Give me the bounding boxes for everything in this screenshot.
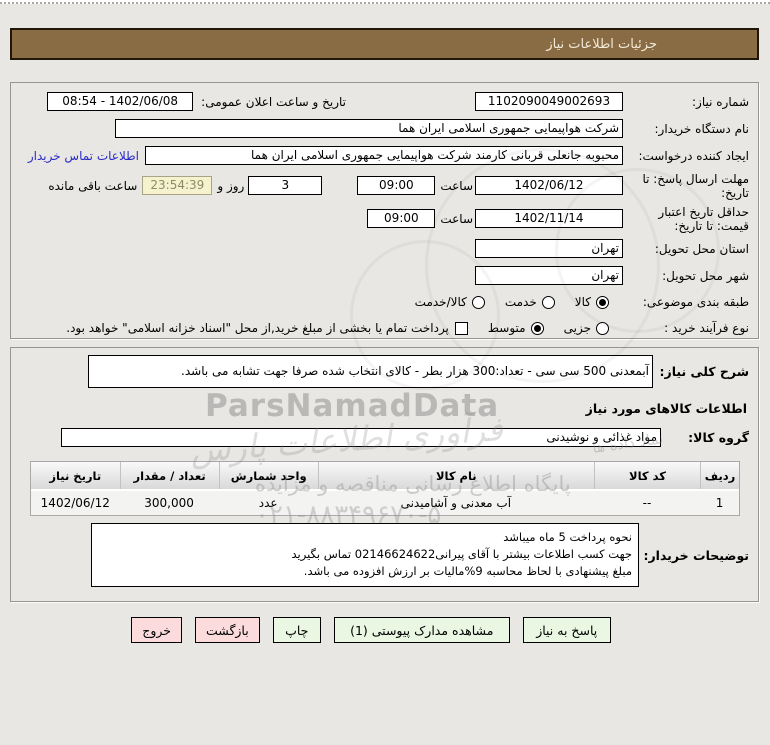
price-validity-hour-label: ساعت — [440, 211, 473, 226]
response-deadline-label: مهلت ارسال پاسخ: تا تاریخ: — [642, 171, 749, 200]
row-classification: طبقه بندی موضوعی: کالا خدمت کالا/خدمت — [19, 289, 749, 315]
row-price-validity: حداقل تاریخ اعتبار قیمت: تا تاریخ: 1402/… — [19, 202, 749, 235]
goods-info-heading: اطلاعات کالاهای مورد نیاز — [585, 401, 747, 416]
radio-button[interactable] — [596, 295, 609, 309]
treasury-checkbox-option[interactable]: پرداخت تمام یا بخشی از مبلغ خرید,از محل … — [66, 321, 468, 335]
buyer-org-label: نام دستگاه خریدار: — [654, 121, 750, 136]
radio-option-label: کالا/خدمت — [414, 295, 467, 309]
process-type-label: نوع فرآیند خرید : — [664, 321, 749, 335]
table-header-row: ردیف کد کالا نام کالا واحد شمارش تعداد / مقد… — [31, 462, 739, 489]
row-response-deadline: مهلت ارسال پاسخ: تا تاریخ: 1402/06/12 سا… — [19, 169, 749, 202]
top-divider — [0, 0, 770, 4]
row-request-creator: ایجاد کننده درخواست: محبوبه جانعلی قربان… — [19, 142, 749, 169]
province-input[interactable]: تهران — [475, 239, 623, 258]
row-general-desc: شرح کلی نیاز: آبمعدنی 500 سی سی - تعداد:… — [19, 355, 749, 388]
price-validity-label: حداقل تاریخ اعتبار قیمت: تا تاریخ: — [658, 204, 749, 233]
response-days-input[interactable]: 3 — [248, 176, 323, 195]
table-cell: آب معدنی و آشامیدنی — [317, 489, 594, 515]
buyer-org-input[interactable]: شرکت هواپیمایی جمهوری اسلامی ایران هما — [115, 119, 623, 138]
need-detail-panel: شرح کلی نیاز: آبمعدنی 500 سی سی - تعداد:… — [10, 347, 759, 602]
goods-group-label: گروه کالا: — [688, 430, 749, 445]
countdown-label: ساعت باقی مانده — [48, 178, 138, 193]
radio-button[interactable] — [541, 295, 555, 309]
radio-button[interactable] — [596, 321, 609, 335]
goods-table-head: ردیف کد کالا نام کالا واحد شمارش تعداد / مقد… — [31, 462, 739, 489]
buyer-notes-label: توضیحات خریدار: — [643, 547, 749, 563]
table-cell: -- — [593, 489, 701, 515]
table-header-cell: کد کالا — [593, 462, 701, 489]
classification-radio-group: کالا خدمت کالا/خدمت — [415, 295, 623, 309]
row-buyer-notes: توضیحات خریدار: نحوه پرداخت 5 ماه میباشد… — [19, 523, 749, 587]
table-cell: عدد — [218, 489, 318, 515]
city-input[interactable]: تهران — [475, 266, 623, 285]
response-deadline-hour-label: ساعت — [440, 178, 473, 193]
exit-button[interactable]: خروج — [131, 617, 183, 643]
table-header-cell: واحد شمارش — [218, 462, 318, 489]
row-city: شهر محل تحویل: تهران — [19, 262, 749, 289]
response-deadline-time-input[interactable]: 09:00 — [357, 176, 436, 195]
table-cell: 300,000 — [119, 489, 219, 515]
radio-option-label: جزیی — [563, 321, 591, 335]
buyer-notes-box[interactable]: نحوه پرداخت 5 ماه میباشد جهت کسب اطلاعات… — [91, 523, 639, 587]
need-number-label: شماره نیاز: — [692, 94, 749, 109]
table-header-cell: ردیف — [700, 462, 739, 489]
table-header-cell: تاریخ نیاز — [31, 462, 120, 489]
page-title: جزئیات اطلاعات نیاز — [546, 36, 657, 52]
table-cell: 1 — [700, 489, 739, 515]
table-cell: 1402/06/12 — [31, 489, 120, 515]
classification-label: طبقه بندی موضوعی: — [642, 295, 749, 309]
general-desc-label: شرح کلی نیاز: — [659, 364, 749, 379]
need-number-input[interactable]: 1102090049002693 — [475, 92, 623, 111]
announce-datetime-input[interactable]: 1402/06/08 - 08:54 — [47, 92, 194, 111]
radio-button[interactable] — [471, 295, 485, 309]
province-label: استان محل تحویل: — [654, 241, 749, 256]
action-buttons: پاسخ به نیاز مشاهده مدارک پیوستی (1) چاپ… — [0, 617, 756, 643]
table-row[interactable]: 1 -- آب معدنی و آشامیدنی عدد 300,000 1402/06/… — [31, 489, 739, 515]
countdown-box: 23:54:39 — [142, 176, 213, 195]
page: { "title_bar": { "text": "جزئیات اطلاعات… — [0, 0, 770, 745]
days-and-label: روز و — [217, 178, 245, 193]
goods-table-body: 1 -- آب معدنی و آشامیدنی عدد 300,000 1402/06/… — [31, 489, 739, 515]
radio-option[interactable]: جزیی — [564, 321, 609, 335]
announce-datetime-label: تاریخ و ساعت اعلان عمومی: — [201, 94, 346, 109]
table-header-cell: تعداد / مقدار — [119, 462, 219, 489]
radio-option[interactable]: کالا — [575, 295, 609, 309]
row-process-type: نوع فرآیند خرید : جزیی متوسط پرداخت تمام … — [19, 315, 749, 341]
radio-option-label: خدمت — [504, 295, 537, 309]
radio-option-label: کالا — [574, 295, 591, 309]
row-buyer-org: نام دستگاه خریدار: شرکت هواپیمایی جمهوری… — [19, 115, 749, 142]
price-validity-date-input[interactable]: 1402/11/14 — [475, 209, 623, 228]
radio-option[interactable]: خدمت — [505, 295, 555, 309]
buyer-note-line: نحوه پرداخت 5 ماه میباشد — [503, 530, 632, 544]
response-deadline-date-input[interactable]: 1402/06/12 — [475, 176, 623, 195]
goods-table: ردیف کد کالا نام کالا واحد شمارش تعداد / مقد… — [30, 461, 740, 516]
treasury-checkbox[interactable] — [454, 321, 468, 335]
row-goods-group: گروه کالا: مواد غذائی و نوشیدنی — [19, 428, 749, 447]
print-button[interactable]: چاپ — [272, 617, 321, 643]
city-label: شهر محل تحویل: — [662, 268, 749, 283]
row-province: استان محل تحویل: تهران — [19, 235, 749, 262]
treasury-checkbox-label: پرداخت تمام یا بخشی از مبلغ خرید,از محل … — [66, 321, 449, 335]
back-button[interactable]: بازگشت — [195, 617, 260, 643]
goods-table-wrap: ردیف کد کالا نام کالا واحد شمارش تعداد / مقد… — [30, 461, 740, 516]
radio-option[interactable]: کالا/خدمت — [415, 295, 485, 309]
process-type-radio-group: جزیی متوسط — [488, 321, 623, 335]
view-docs-button[interactable]: مشاهده مدارک پیوستی (1) — [333, 617, 510, 643]
buyer-note-line: مبلغ پیشنهادی با لحاظ محاسبه 9%مالیات بر… — [303, 564, 632, 578]
table-header-cell: نام کالا — [317, 462, 594, 489]
buyer-contact-link[interactable]: اطلاعات تماس خریدار — [28, 149, 139, 163]
price-validity-time-input[interactable]: 09:00 — [367, 209, 436, 228]
radio-option[interactable]: متوسط — [488, 321, 544, 335]
request-creator-label: ایجاد کننده درخواست: — [638, 148, 749, 163]
radio-button[interactable] — [530, 321, 544, 335]
general-desc-box[interactable]: آبمعدنی 500 سی سی - تعداد:300 هزار بطر -… — [88, 355, 653, 388]
goods-group-input[interactable]: مواد غذائی و نوشیدنی — [61, 428, 661, 447]
row-need-number: شماره نیاز: 1102090049002693 تاریخ و ساع… — [19, 88, 749, 115]
need-info-panel: شماره نیاز: 1102090049002693 تاریخ و ساع… — [10, 82, 759, 339]
radio-option-label: متوسط — [487, 321, 526, 335]
request-creator-input[interactable]: محبوبه جانعلی قربانی کارمند شرکت هواپیما… — [145, 146, 623, 165]
buyer-note-line: جهت کسب اطلاعات بیشتر با آقای پیرانی0214… — [291, 547, 632, 561]
respond-button[interactable]: پاسخ به نیاز — [522, 617, 611, 643]
page-title-bar: جزئیات اطلاعات نیاز — [10, 28, 759, 60]
